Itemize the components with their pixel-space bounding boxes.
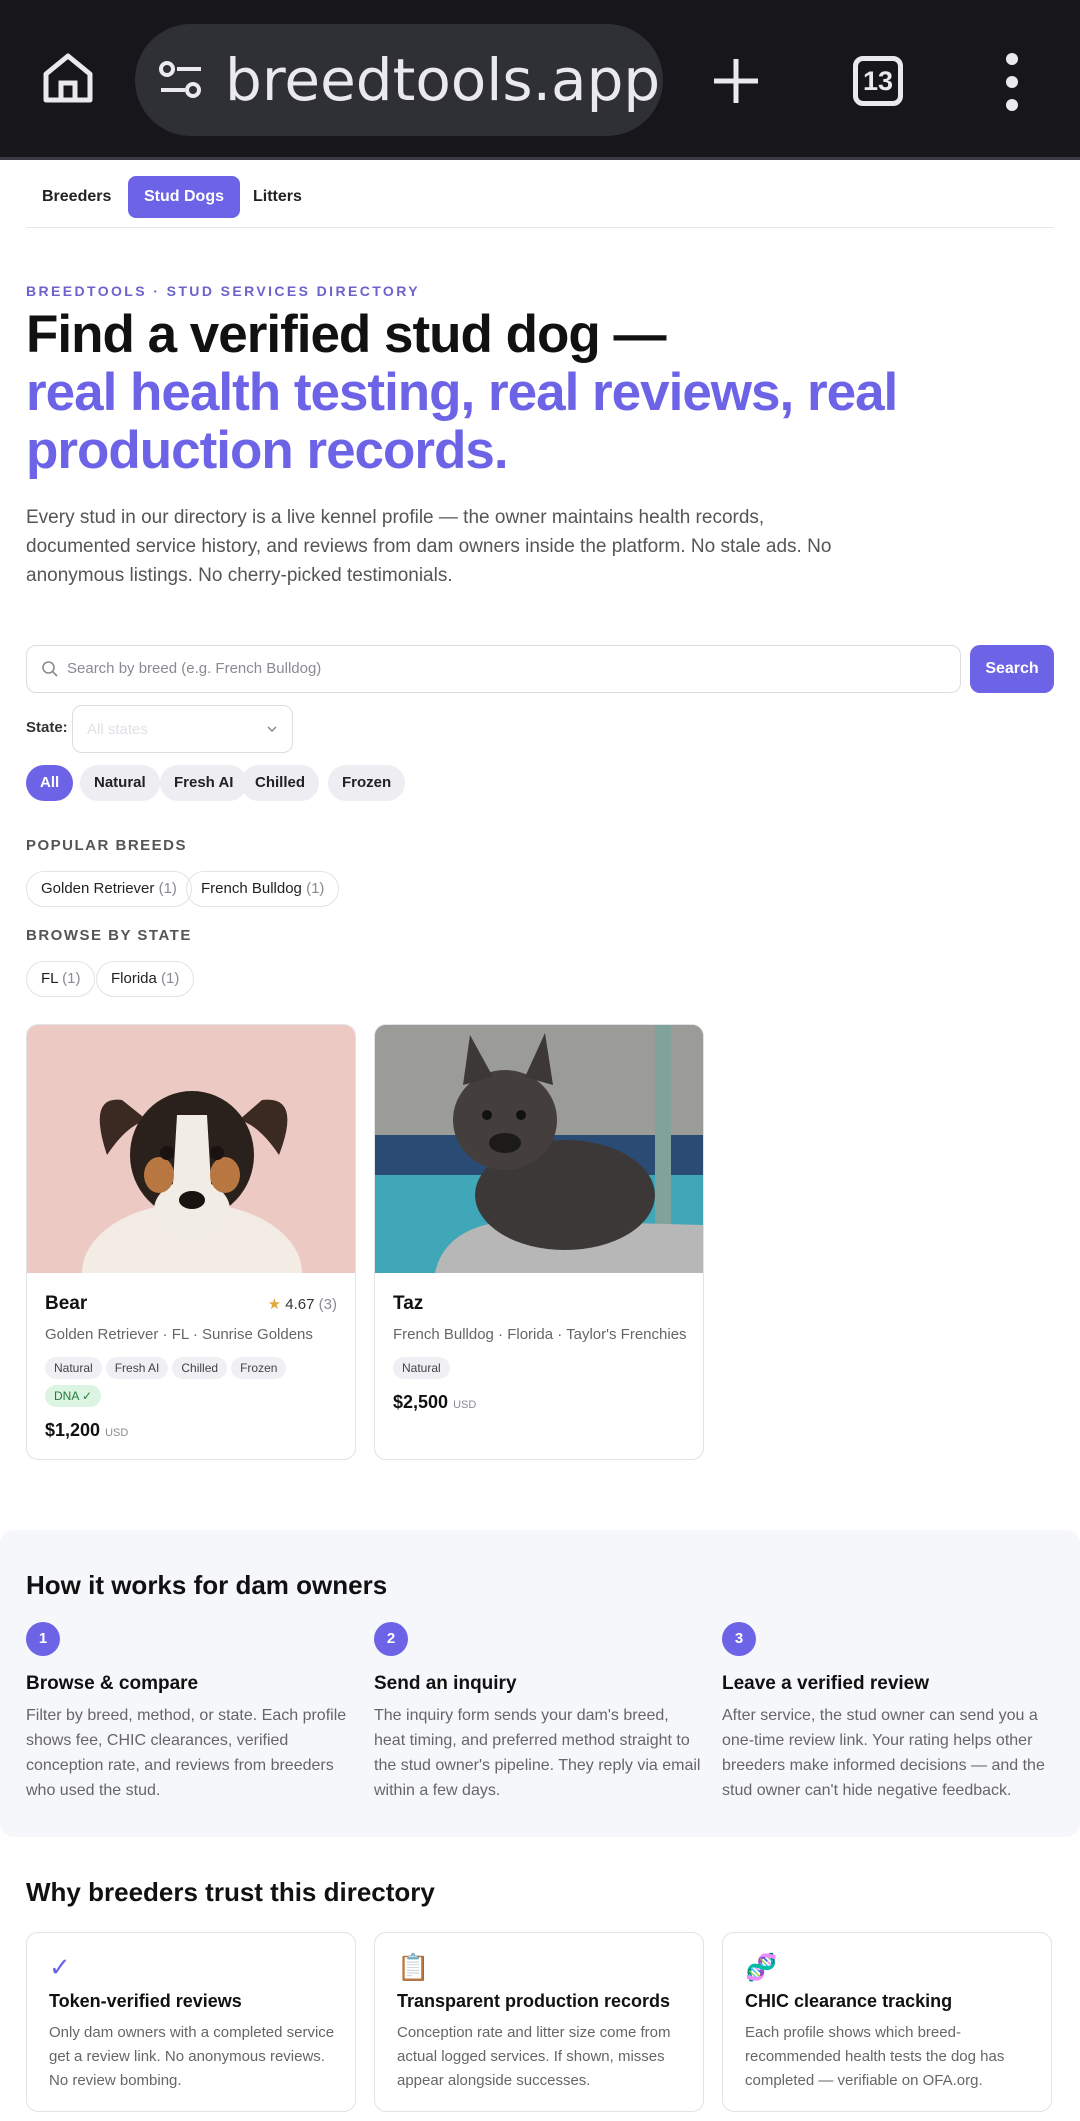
trust-heading: Why breeders trust this directory [26, 1877, 435, 1907]
eyebrow-label: BREEDTOOLS · STUD SERVICES DIRECTORY [26, 283, 420, 299]
method-tag: Chilled [172, 1357, 228, 1379]
more-menu-icon[interactable] [1002, 52, 1022, 112]
stud-meta: French Bulldog · Florida · Taylor's Fren… [393, 1326, 687, 1343]
price-currency: USD [105, 1427, 129, 1439]
stud-meta: Golden Retriever · FL · Sunrise Goldens [45, 1326, 313, 1343]
trust-title: Transparent production records [397, 1991, 671, 2011]
address-bar[interactable]: breedtools.app/s [135, 24, 663, 136]
stud-photo [27, 1025, 355, 1273]
stud-photo [375, 1025, 703, 1273]
method-tag: Fresh AI [105, 1357, 169, 1379]
pill-label: Golden Retriever [41, 880, 155, 897]
state-pill-fl[interactable]: FL (1) [26, 961, 96, 997]
step-title: Browse & compare [26, 1673, 199, 1694]
step-title: Send an inquiry [374, 1673, 517, 1694]
pill-count: (1) [158, 880, 177, 897]
trust-card-chic: 🧬 CHIC clearance tracking Each profile s… [722, 1932, 1052, 2112]
search-button[interactable]: Search [970, 645, 1054, 693]
popular-breeds-heading: POPULAR BREEDS [26, 837, 188, 854]
trust-card-production: 📋 Transparent production records Concept… [374, 1932, 704, 2112]
price-value: $2,500 [393, 1392, 449, 1412]
trust-title: Token-verified reviews [49, 1991, 242, 2011]
stud-rating: ★ 4.67 (3) [268, 1295, 337, 1313]
stud-price: $1,200 USD [45, 1420, 128, 1441]
step-browse: 1 Browse & compare Filter by breed, meth… [26, 1622, 356, 1803]
step-number: 1 [26, 1622, 60, 1656]
stud-price: $2,500 USD [393, 1392, 476, 1413]
rating-count: (3) [318, 1296, 337, 1313]
method-chip-chilled[interactable]: Chilled [241, 765, 320, 801]
browse-state-heading: BROWSE BY STATE [26, 927, 192, 944]
rating-value: 4.67 [285, 1296, 315, 1313]
pill-count: (1) [161, 970, 180, 987]
pill-label: Florida [111, 970, 157, 987]
tab-litters[interactable]: Litters [237, 176, 318, 218]
stud-tags: Natural [393, 1357, 693, 1385]
trust-title: CHIC clearance tracking [745, 1991, 953, 2011]
section-nav: Breeders Stud Dogs Litters [26, 176, 1054, 228]
tab-stud-dogs[interactable]: Stud Dogs [128, 176, 240, 218]
stud-name: Taz [393, 1293, 424, 1314]
tab-breeders[interactable]: Breeders [26, 176, 127, 218]
stud-card-bear[interactable]: Bear ★ 4.67 (3) Golden Retriever · FL · … [26, 1024, 356, 1460]
state-select[interactable]: All states [72, 705, 293, 753]
method-chip-fresh-ai[interactable]: Fresh AI [160, 765, 248, 801]
method-tag: Natural [393, 1357, 450, 1379]
price-value: $1,200 [45, 1420, 101, 1440]
search-placeholder: Search by breed (e.g. French Bulldog) [67, 660, 322, 677]
home-icon[interactable] [40, 50, 96, 106]
dna-icon: 🧬 [745, 1952, 778, 1982]
page-title: Find a verified stud dog — real health t… [26, 306, 1026, 480]
pill-count: (1) [62, 970, 81, 987]
pill-label: French Bulldog [201, 880, 302, 897]
breed-pill-golden-retriever[interactable]: Golden Retriever (1) [26, 871, 192, 907]
title-dark: Find a verified stud dog — [26, 305, 666, 364]
trust-body: Each profile shows which breed-recommend… [745, 2024, 1005, 2089]
stud-card-taz[interactable]: Taz French Bulldog · Florida · Taylor's … [374, 1024, 704, 1460]
trust-body: Only dam owners with a completed service… [49, 2024, 335, 2089]
step-number: 3 [722, 1622, 756, 1656]
dna-badge: DNA ✓ [45, 1385, 102, 1407]
step-review: 3 Leave a verified review After service,… [722, 1622, 1052, 1803]
step-title: Leave a verified review [722, 1673, 930, 1694]
chevron-down-icon [267, 726, 277, 733]
state-label: State: [26, 719, 68, 736]
step-body: The inquiry form sends your dam's breed,… [374, 1707, 701, 1799]
trust-card-reviews: ✓ Token-verified reviews Only dam owners… [26, 1932, 356, 2112]
clipboard-icon: 📋 [397, 1952, 430, 1982]
search-icon [42, 661, 58, 677]
intro-paragraph: Every stud in our directory is a live ke… [26, 507, 832, 586]
step-body: After service, the stud owner can send y… [722, 1707, 1045, 1799]
step-number: 2 [374, 1622, 408, 1656]
tab-switcher-button[interactable]: 13 [853, 56, 903, 106]
method-chip-all[interactable]: All [26, 765, 74, 801]
breed-pill-french-bulldog[interactable]: French Bulldog (1) [186, 871, 340, 907]
stud-name: Bear [45, 1293, 88, 1314]
state-pill-florida[interactable]: Florida (1) [96, 961, 195, 997]
stud-tags: Natural Fresh AI Chilled Frozen DNA ✓ [45, 1357, 345, 1413]
breed-search-input[interactable]: Search by breed (e.g. French Bulldog) [26, 645, 961, 693]
checkmark-icon: ✓ [49, 1952, 71, 1982]
method-tag: Natural [45, 1357, 102, 1379]
how-heading: How it works for dam owners [26, 1570, 388, 1600]
step-body: Filter by breed, method, or state. Each … [26, 1707, 347, 1799]
trust-body: Conception rate and litter size come fro… [397, 2024, 671, 2089]
how-it-works-section: How it works for dam owners 1 Browse & c… [0, 1530, 1080, 1837]
pill-count: (1) [306, 880, 325, 897]
step-inquiry: 2 Send an inquiry The inquiry form sends… [374, 1622, 704, 1803]
pill-label: FL [41, 970, 58, 987]
method-chip-frozen[interactable]: Frozen [328, 765, 406, 801]
method-tag: Frozen [231, 1357, 287, 1379]
price-currency: USD [453, 1399, 477, 1411]
new-tab-icon[interactable] [712, 57, 760, 105]
title-accent: real health testing, real reviews, real … [26, 363, 898, 480]
browser-toolbar: breedtools.app/s 13 [0, 0, 1080, 160]
site-settings-icon[interactable] [157, 60, 205, 100]
star-icon: ★ [267, 1296, 282, 1313]
url-text: breedtools.app/s [225, 46, 663, 114]
state-placeholder: All states [87, 721, 148, 738]
method-chip-natural[interactable]: Natural [80, 765, 160, 801]
